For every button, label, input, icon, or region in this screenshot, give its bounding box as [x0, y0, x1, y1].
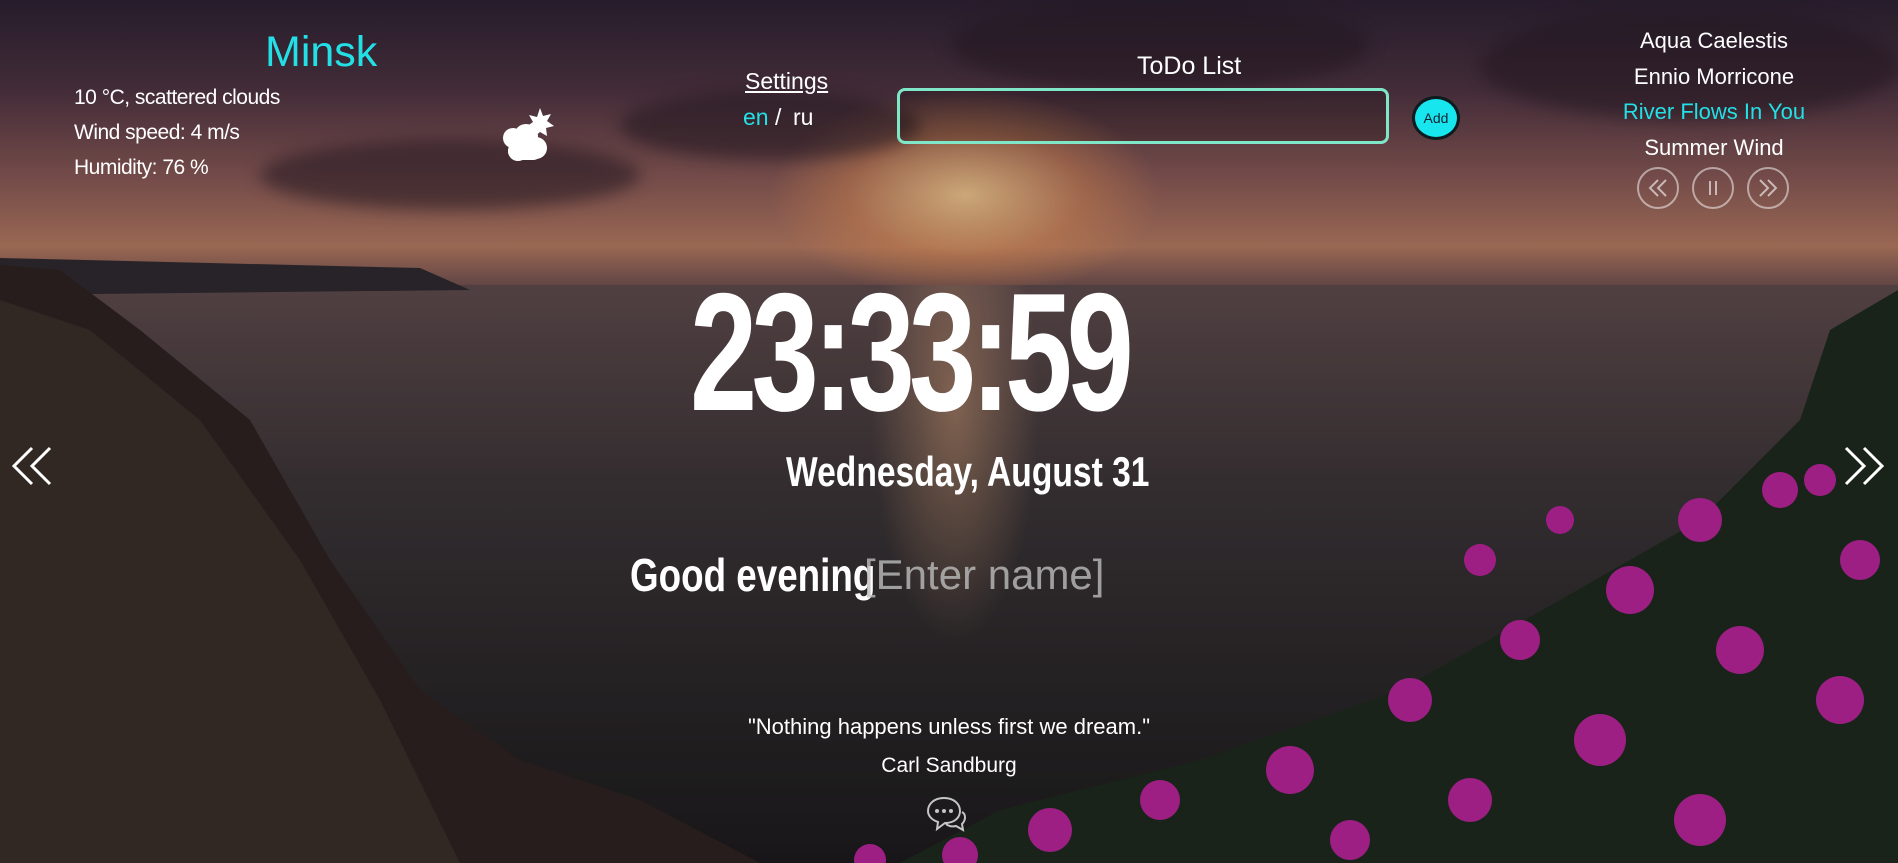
prev-track-button[interactable] [1637, 167, 1679, 209]
next-track-button[interactable] [1747, 167, 1789, 209]
pause-button[interactable] [1692, 167, 1734, 209]
prev-icon [1648, 179, 1667, 197]
lang-ru-option[interactable]: ru [793, 104, 813, 131]
lang-separator: / [775, 104, 782, 130]
todo-title: ToDo List [1137, 52, 1242, 80]
weather-city[interactable]: Minsk [265, 28, 377, 77]
partly-cloudy-night-icon [503, 108, 554, 161]
quote-text: "Nothing happens unless first we dream." [747, 714, 1151, 739]
clock-date: Wednesday, August 31 [786, 448, 1150, 495]
slide-next-button[interactable] [1842, 442, 1886, 490]
name-input[interactable] [862, 546, 1166, 604]
quote-author: Carl Sandburg [881, 754, 1017, 777]
weather-wind: Wind speed: 4 m/s [74, 121, 240, 144]
playlist-item[interactable]: Summer Wind [1604, 135, 1824, 161]
next-icon [1759, 179, 1778, 197]
pause-icon [1709, 181, 1717, 195]
todo-add-button[interactable]: Add [1412, 96, 1460, 140]
lang-en-option[interactable]: en [743, 104, 769, 131]
slide-prev-button[interactable] [10, 442, 54, 490]
clock-time: 23:33:59 [690, 258, 1134, 446]
playlist-item-active[interactable]: River Flows In You [1604, 99, 1824, 125]
playlist-item[interactable]: Aqua Caelestis [1604, 28, 1824, 54]
greeting-text: Good evening [630, 549, 876, 601]
playlist-item[interactable]: Ennio Morricone [1604, 64, 1824, 90]
todo-input[interactable] [897, 88, 1389, 144]
weather-humidity: Humidity: 76 % [74, 156, 209, 179]
weather-description: 10 °C, scattered clouds [74, 86, 280, 109]
change-quote-button[interactable] [924, 792, 968, 836]
settings-link[interactable]: Settings [745, 68, 828, 95]
